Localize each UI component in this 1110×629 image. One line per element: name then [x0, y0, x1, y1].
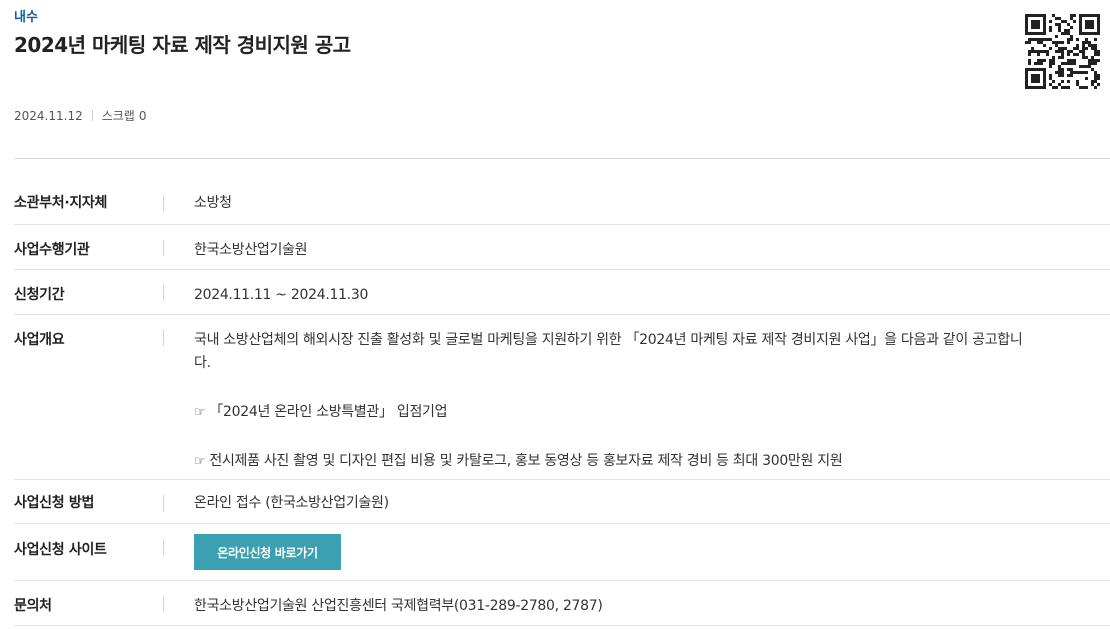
meta-separator — [91, 110, 93, 121]
row-value: 소방청 — [194, 195, 232, 211]
row-ministry: 소관부처·지자체 소방청 — [14, 180, 1110, 225]
overview-bullet-2: ☞ 전시제품 사진 촬영 및 디자인 편집 비용 및 카탈로그, 홍보 동영상 등… — [194, 450, 1110, 473]
row-label: 문의처 — [14, 581, 164, 625]
online-apply-button[interactable]: 온라인신청 바로가기 — [194, 534, 341, 570]
row-label: 소관부처·지자체 — [14, 180, 164, 224]
overview-bullet-1: ☞ 「2024년 온라인 소방특별관」 입점기업 — [194, 401, 1110, 424]
row-value: 한국소방산업기술원 산업진흥센터 국제협력부(031-289-2780, 278… — [194, 598, 603, 614]
overview-intro-line-2: 다. — [194, 355, 211, 371]
row-label: 사업신청 사이트 — [14, 524, 164, 580]
row-period: 신청기간 2024.11.11 ~ 2024.11.30 — [14, 270, 1110, 315]
overview-intro-line-1: 국내 소방산업체의 해외시장 진출 활성화 및 글로벌 마케팅을 지원하기 위한… — [194, 332, 1023, 348]
info-table: 소관부처·지자체 소방청 사업수행기관 한국소방산업기술원 신청기간 2024.… — [14, 180, 1110, 626]
post-meta: 2024.11.12 스크랩 0 — [14, 107, 146, 124]
pointing-hand-icon: ☞ — [194, 454, 206, 469]
row-overview: 사업개요 국내 소방산업체의 해외시장 진출 활성화 및 글로벌 마케팅을 지원… — [14, 315, 1110, 480]
row-label: 사업신청 방법 — [14, 480, 164, 523]
header-divider — [14, 158, 1110, 159]
qr-code-icon[interactable] — [1025, 14, 1100, 89]
overview-bullet-1-text: 「2024년 온라인 소방특별관」 입점기업 — [209, 404, 448, 420]
row-site: 사업신청 사이트 온라인신청 바로가기 — [14, 524, 1110, 581]
row-contact: 문의처 한국소방산업기술원 산업진흥센터 국제협력부(031-289-2780,… — [14, 581, 1110, 626]
pointing-hand-icon: ☞ — [194, 405, 206, 420]
overview-text: 국내 소방산업체의 해외시장 진출 활성화 및 글로벌 마케팅을 지원하기 위한… — [164, 315, 1110, 479]
row-value: 2024.11.11 ~ 2024.11.30 — [194, 287, 369, 303]
page-title: 2024년 마케팅 자료 제작 경비지원 공고 — [14, 33, 351, 57]
row-method: 사업신청 방법 온라인 접수 (한국소방산업기술원) — [14, 480, 1110, 524]
category-label: 내수 — [14, 10, 38, 25]
post-date: 2024.11.12 — [14, 108, 83, 123]
scrap-count: 0 — [138, 108, 147, 123]
row-agency: 사업수행기관 한국소방산업기술원 — [14, 225, 1110, 270]
row-value: 온라인신청 바로가기 — [164, 524, 1110, 580]
row-label: 사업수행기관 — [14, 225, 164, 269]
row-label: 사업개요 — [14, 315, 164, 479]
row-label: 신청기간 — [14, 270, 164, 314]
overview-bullet-2-text: 전시제품 사진 촬영 및 디자인 편집 비용 및 카탈로그, 홍보 동영상 등 … — [209, 453, 843, 469]
row-value: 한국소방산업기술원 — [194, 242, 308, 258]
scrap-label[interactable]: 스크랩 — [102, 107, 135, 124]
row-value: 온라인 접수 (한국소방산업기술원) — [194, 495, 389, 511]
